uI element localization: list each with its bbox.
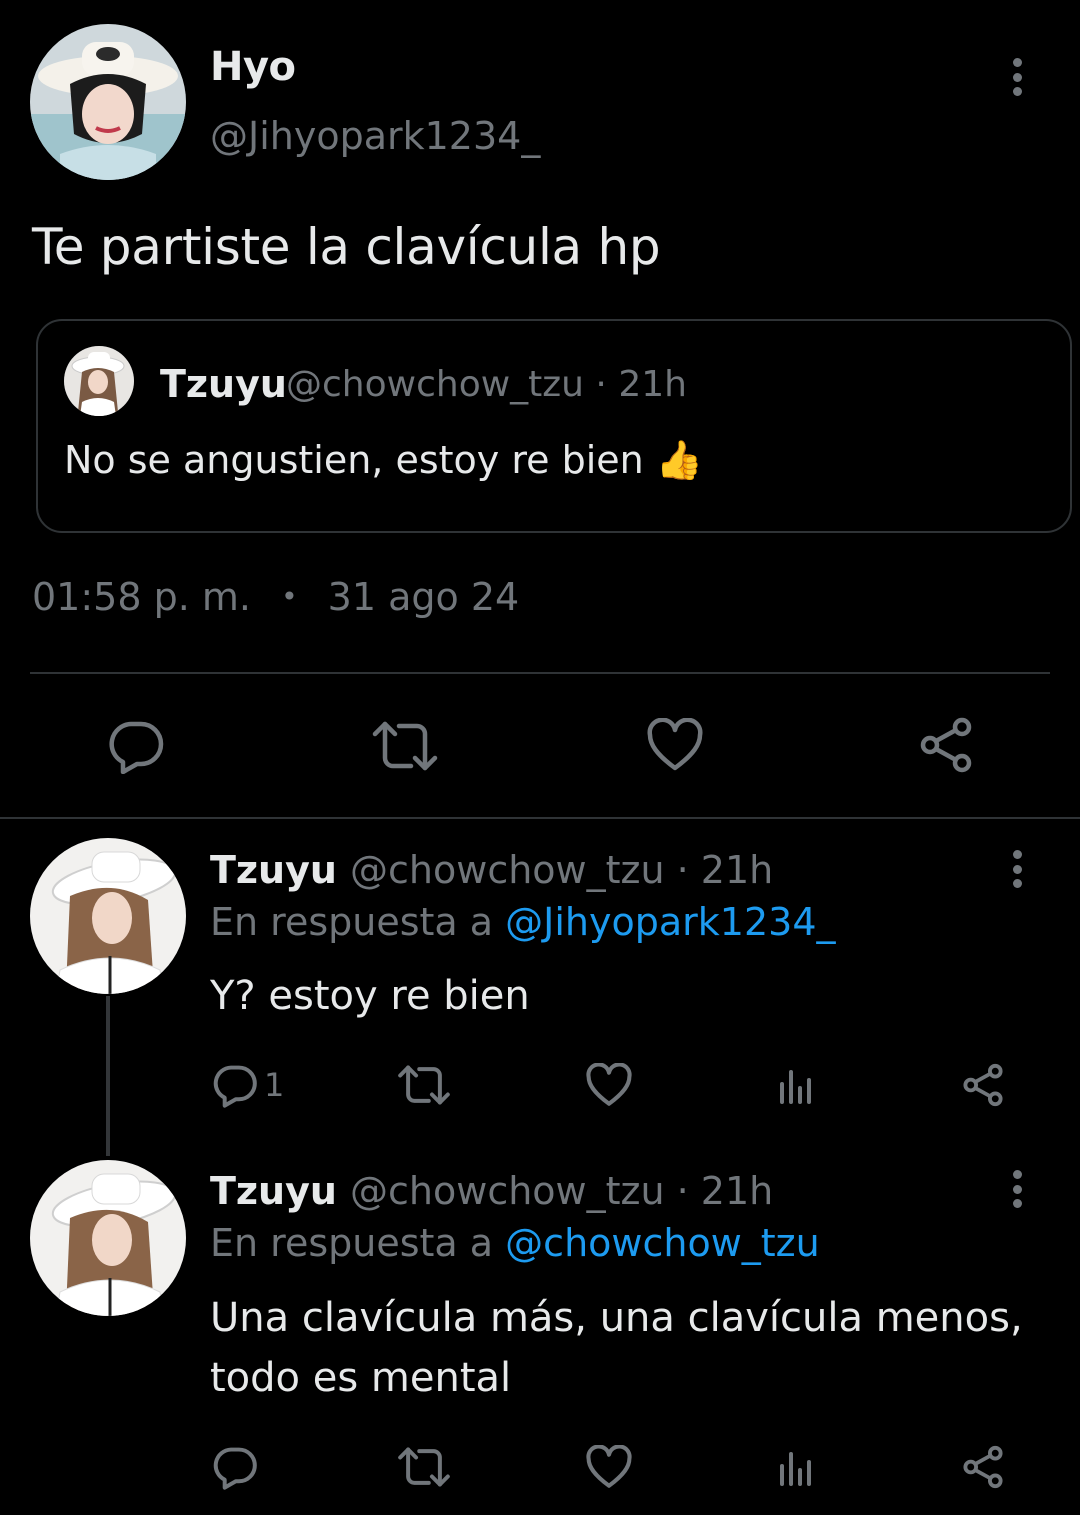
tweet-timestamp: 01:58 p. m. • 31 ago 24 <box>32 575 519 619</box>
retweet-button[interactable] <box>396 1062 452 1108</box>
tweet-time: 01:58 p. m. <box>32 575 251 619</box>
section-divider <box>0 817 1080 819</box>
author-avatar[interactable] <box>30 24 186 180</box>
reply-text-line: todo es mental <box>210 1355 512 1401</box>
share-button[interactable] <box>958 1060 1008 1110</box>
reply-header: Tzuyu @chowchow_tzu · 21h <box>210 1169 773 1213</box>
more-icon[interactable] <box>1002 52 1032 102</box>
quoted-author-handle: @chowchow_tzu · 21h <box>286 364 687 405</box>
retweet-icon <box>398 1065 450 1105</box>
reply-author-handle[interactable]: @chowchow_tzu · 21h <box>350 1169 773 1213</box>
reply-prefix: En respuesta a <box>210 900 494 944</box>
tweet-date: 31 ago 24 <box>327 575 520 619</box>
retweet-icon <box>372 721 438 771</box>
reply-context: En respuesta a @Jihyopark1234_ <box>210 900 836 944</box>
reply-count: 1 <box>264 1066 285 1104</box>
heart-icon <box>647 718 703 771</box>
heart-icon <box>586 1445 632 1488</box>
share-icon <box>920 717 972 773</box>
retweet-icon <box>398 1447 450 1487</box>
reply-to-link[interactable]: @chowchow_tzu <box>505 1221 820 1265</box>
timestamp-separator: • <box>281 580 298 613</box>
reply-to-link[interactable]: @Jihyopark1234_ <box>505 900 835 944</box>
views-icon <box>780 1070 811 1104</box>
divider <box>30 672 1050 674</box>
author-handle[interactable]: @Jihyopark1234_ <box>210 114 540 158</box>
reply-author-avatar[interactable] <box>30 838 186 994</box>
reply-button[interactable] <box>104 716 168 776</box>
thread-connector <box>106 996 110 1156</box>
views-button[interactable] <box>774 1446 818 1490</box>
views-button[interactable] <box>774 1064 818 1108</box>
like-button[interactable] <box>584 1444 634 1490</box>
reply-icon <box>213 1447 257 1490</box>
reply-author-avatar[interactable] <box>30 1160 186 1316</box>
reply-author-handle[interactable]: @chowchow_tzu · 21h <box>350 848 773 892</box>
more-icon[interactable] <box>1002 1164 1032 1214</box>
tweet-text: Te partiste la clavícula hp <box>32 218 661 276</box>
views-icon <box>780 1452 811 1486</box>
author-name[interactable]: Hyo <box>210 44 296 90</box>
reply-icon <box>213 1065 257 1108</box>
share-button[interactable] <box>914 714 978 776</box>
reply-icon <box>109 721 164 774</box>
quoted-tweet-text: No se angustien, estoy re bien 👍 <box>64 438 704 482</box>
reply-text: Una clavícula más, una clavícula menos, … <box>210 1288 1023 1408</box>
retweet-button[interactable] <box>396 1444 452 1490</box>
reply-author-name[interactable]: Tzuyu <box>210 1169 337 1213</box>
quoted-tweet-card[interactable] <box>36 319 1072 533</box>
reply-header: Tzuyu @chowchow_tzu · 21h <box>210 848 773 892</box>
more-icon[interactable] <box>1002 844 1032 894</box>
reply-text-line: Una clavícula más, una clavícula menos, <box>210 1295 1023 1341</box>
share-button[interactable] <box>958 1442 1008 1492</box>
reply-button[interactable] <box>212 1442 264 1492</box>
reply-text: Y? estoy re bien <box>210 973 530 1019</box>
reply-author-name[interactable]: Tzuyu <box>210 848 337 892</box>
heart-icon <box>586 1063 632 1106</box>
like-button[interactable] <box>584 1062 634 1108</box>
quoted-author-avatar <box>64 346 134 416</box>
retweet-button[interactable] <box>370 718 440 774</box>
reply-context: En respuesta a @chowchow_tzu <box>210 1221 820 1265</box>
reply-button[interactable]: 1 <box>212 1060 284 1110</box>
quoted-author-name: Tzuyu <box>160 362 287 406</box>
reply-prefix: En respuesta a <box>210 1221 494 1265</box>
share-icon <box>963 1445 1003 1489</box>
share-icon <box>963 1063 1003 1107</box>
like-button[interactable] <box>644 716 706 774</box>
